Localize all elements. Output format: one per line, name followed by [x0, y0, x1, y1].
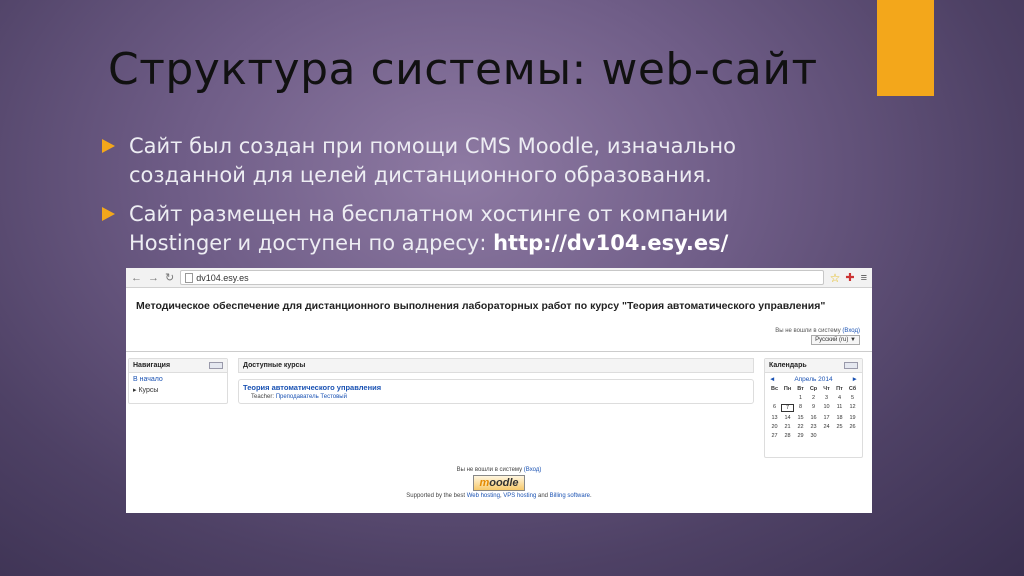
- course-item: Теория автоматического управления Teache…: [238, 379, 754, 404]
- calendar-month[interactable]: Апрель 2014: [794, 376, 832, 383]
- forward-icon[interactable]: →: [148, 272, 159, 284]
- language-select[interactable]: Русский (ru) ▼: [811, 335, 860, 345]
- calendar-block-title: Календарь: [769, 362, 807, 369]
- calendar-day[interactable]: 18: [833, 415, 846, 421]
- calendar-day[interactable]: 13: [768, 415, 781, 421]
- bullet-text: Сайт размещен на бесплатном хостинге от …: [129, 202, 729, 255]
- url-text: dv104.esy.es: [196, 272, 249, 283]
- calendar-weekday: Вс: [770, 386, 779, 392]
- calendar-day[interactable]: 26: [846, 424, 859, 430]
- teacher-link[interactable]: Преподаватель Тестовый: [276, 394, 347, 400]
- calendar-day[interactable]: 25: [833, 424, 846, 430]
- site-url-link[interactable]: http://dv104.esy.es/: [493, 231, 728, 255]
- page-icon: [185, 272, 194, 283]
- bullet-text: Сайт был создан при помощи CMS Moodle, и…: [129, 134, 736, 187]
- calendar-day[interactable]: 8: [794, 404, 807, 412]
- calendar-weekday: Вт: [797, 386, 804, 392]
- calendar-day[interactable]: 3: [820, 395, 833, 401]
- web-hosting-link[interactable]: Web hosting: [467, 493, 500, 499]
- calendar-day[interactable]: 22: [794, 424, 807, 430]
- calendar-day[interactable]: 5: [846, 395, 859, 401]
- bullet-item: Сайт размещен на бесплатном хостинге от …: [102, 200, 822, 258]
- accent-bar: [877, 0, 934, 96]
- login-status: Вы не вошли в систему (Вход): [775, 328, 860, 334]
- nav-home-link[interactable]: В начало: [129, 373, 227, 383]
- calendar-day: [820, 433, 833, 439]
- calendar-day: [781, 395, 794, 401]
- star-icon[interactable]: ☆: [830, 271, 841, 285]
- calendar-weekday: Пн: [783, 386, 792, 392]
- course-teacher: Teacher: Преподаватель Тестовый: [251, 394, 347, 400]
- site-title: Методическое обеспечение для дистанционн…: [136, 300, 826, 312]
- calendar-day[interactable]: 4: [833, 395, 846, 401]
- moodle-logo[interactable]: moodle: [473, 475, 525, 491]
- site-header: Методическое обеспечение для дистанционн…: [126, 288, 872, 352]
- calendar-weekday: Пт: [836, 386, 843, 392]
- navigation-block: Навигация В начало ▸ Курсы: [128, 358, 228, 404]
- calendar-day[interactable]: 19: [846, 415, 859, 421]
- calendar-day[interactable]: 1: [794, 395, 807, 401]
- extension-icon[interactable]: ✚: [845, 271, 854, 284]
- menu-icon[interactable]: ≡: [861, 272, 867, 284]
- calendar-day[interactable]: 7: [781, 404, 794, 412]
- login-link[interactable]: (Вход): [842, 328, 860, 334]
- block-collapse-icon[interactable]: [844, 362, 858, 369]
- calendar-day[interactable]: 23: [807, 424, 820, 430]
- calendar-day: [846, 433, 859, 439]
- calendar-day[interactable]: 10: [820, 404, 833, 412]
- calendar-day[interactable]: 11: [833, 404, 846, 412]
- calendar-day[interactable]: 20: [768, 424, 781, 430]
- calendar-day[interactable]: 6: [768, 404, 781, 412]
- navigation-block-title: Навигация: [133, 362, 171, 369]
- calendar-grid: Вс Пн Вт Ср Чт Пт Сб 1 2 3 4 5 6 7 8 9 10 11 12 13 14 15 16 17 1…: [765, 386, 862, 439]
- calendar-block: Календарь ◄ Апрель 2014 ► Вс Пн Вт Ср Чт Пт Сб…: [764, 358, 863, 458]
- site-footer: Вы не вошли в систему (Вход) moodle Supp…: [406, 467, 592, 499]
- calendar-day[interactable]: 15: [794, 415, 807, 421]
- calendar-day[interactable]: 9: [807, 404, 820, 412]
- reload-icon[interactable]: ↻: [165, 271, 174, 284]
- slide-title: Структура системы: web-сайт: [108, 44, 818, 95]
- calendar-day[interactable]: 17: [820, 415, 833, 421]
- calendar-next-icon[interactable]: ►: [852, 376, 858, 383]
- calendar-day[interactable]: 27: [768, 433, 781, 439]
- courses-block-title: Доступные курсы: [238, 358, 754, 373]
- bullet-arrow-icon: [102, 207, 115, 221]
- block-collapse-icon[interactable]: [209, 362, 223, 369]
- calendar-weekday: Сб: [848, 386, 857, 392]
- calendar-day[interactable]: 16: [807, 415, 820, 421]
- calendar-day[interactable]: 14: [781, 415, 794, 421]
- calendar-day: [768, 395, 781, 401]
- calendar-day[interactable]: 29: [794, 433, 807, 439]
- bullet-item: Сайт был создан при помощи CMS Moodle, и…: [102, 132, 822, 190]
- calendar-weekday: Чт: [823, 386, 830, 392]
- calendar-day[interactable]: 21: [781, 424, 794, 430]
- browser-screenshot: ← → ↻ dv104.esy.es ☆ ✚ ≡ Методическое об…: [126, 268, 872, 513]
- calendar-prev-icon[interactable]: ◄: [769, 376, 775, 383]
- calendar-day[interactable]: 2: [807, 395, 820, 401]
- billing-link[interactable]: Billing software: [550, 493, 590, 499]
- footer-login-link[interactable]: (Вход): [524, 467, 542, 473]
- bullet-arrow-icon: [102, 139, 115, 153]
- vps-hosting-link[interactable]: VPS hosting: [503, 493, 536, 499]
- calendar-day: [833, 433, 846, 439]
- nav-courses-item[interactable]: ▸ Курсы: [129, 383, 227, 394]
- calendar-day[interactable]: 28: [781, 433, 794, 439]
- site-main: Навигация В начало ▸ Курсы Доступные кур…: [126, 352, 872, 467]
- bullet-list: Сайт был создан при помощи CMS Moodle, и…: [102, 132, 822, 268]
- calendar-weekday: Ср: [809, 386, 818, 392]
- calendar-day[interactable]: 30: [807, 433, 820, 439]
- calendar-day[interactable]: 24: [820, 424, 833, 430]
- courses-block: Доступные курсы Теория автоматического у…: [238, 358, 754, 408]
- address-bar[interactable]: dv104.esy.es: [180, 270, 824, 285]
- back-icon[interactable]: ←: [131, 272, 142, 284]
- browser-toolbar: ← → ↻ dv104.esy.es ☆ ✚ ≡: [126, 268, 872, 288]
- calendar-day[interactable]: 12: [846, 404, 859, 412]
- course-link[interactable]: Теория автоматического управления: [243, 383, 749, 392]
